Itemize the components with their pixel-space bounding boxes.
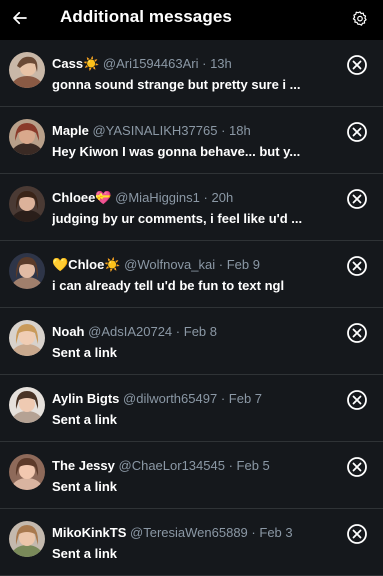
close-icon[interactable] bbox=[346, 389, 368, 411]
message-time: Feb 7 bbox=[228, 391, 263, 406]
page-title: Additional messages bbox=[60, 7, 232, 26]
sender-name: Noah bbox=[52, 324, 85, 339]
sender-handle: @YASINALIKH37765 bbox=[92, 123, 218, 138]
sender-line: Noah @AdsIA20724 · Feb 8 bbox=[52, 324, 217, 339]
avatar bbox=[9, 119, 45, 155]
conversation-item[interactable]: 💛Chloe☀️ @Wolfnova_kai · Feb 9 i can alr… bbox=[0, 241, 383, 308]
sender-handle: @Wolfnova_kai bbox=[124, 257, 216, 272]
close-icon[interactable] bbox=[346, 54, 368, 76]
sender-line: Maple @YASINALIKH37765 · 18h bbox=[52, 123, 251, 138]
sender-name: Chloee💝 bbox=[52, 190, 112, 205]
sender-line: 💛Chloe☀️ @Wolfnova_kai · Feb 9 bbox=[52, 257, 260, 272]
message-preview: i can already tell u'd be fun to text ng… bbox=[52, 278, 285, 293]
avatar bbox=[9, 387, 45, 423]
sender-name: Cass☀️ bbox=[52, 56, 100, 71]
sender-line: MikoKinkTS @TeresiaWen65889 · Feb 3 bbox=[52, 525, 293, 540]
conversation-item[interactable]: Maple @YASINALIKH37765 · 18h Hey Kiwon I… bbox=[0, 107, 383, 174]
sender-handle: @Ari1594463Ari bbox=[102, 56, 199, 71]
conversation-item[interactable]: Cass☀️ @Ari1594463Ari · 13h gonna sound … bbox=[0, 40, 383, 107]
close-icon[interactable] bbox=[346, 456, 368, 478]
close-icon[interactable] bbox=[346, 121, 368, 143]
conversation-item[interactable]: Chloee💝 @MiaHiggins1 · 20h judging by ur… bbox=[0, 174, 383, 241]
message-time: Feb 9 bbox=[226, 257, 260, 272]
sender-handle: @AdsIA20724 bbox=[88, 324, 173, 339]
sender-line: Chloee💝 @MiaHiggins1 · 20h bbox=[52, 190, 234, 205]
sender-name: MikoKinkTS bbox=[52, 525, 127, 540]
message-preview: Sent a link bbox=[52, 345, 118, 360]
sender-name: 💛Chloe☀️ bbox=[52, 257, 121, 272]
gear-icon bbox=[352, 11, 367, 26]
sender-handle: @TeresiaWen65889 bbox=[130, 525, 248, 540]
arrow-left-icon bbox=[13, 11, 27, 25]
message-time: 18h bbox=[229, 123, 251, 138]
sender-name: The Jessy bbox=[52, 458, 115, 473]
sender-line: The Jessy @ChaeLor134545 · Feb 5 bbox=[52, 458, 270, 473]
avatar bbox=[9, 253, 45, 289]
message-preview: Sent a link bbox=[52, 412, 118, 427]
conversation-item[interactable]: Aylin Bigts @dilworth65497 · Feb 7 Sent … bbox=[0, 375, 383, 442]
message-preview: Sent a link bbox=[52, 546, 118, 561]
message-time: Feb 8 bbox=[183, 324, 217, 339]
avatar bbox=[9, 521, 45, 557]
sender-handle: @dilworth65497 bbox=[123, 391, 218, 406]
message-preview: Sent a link bbox=[52, 479, 118, 494]
close-icon[interactable] bbox=[346, 188, 368, 210]
sender-handle: @ChaeLor134545 bbox=[118, 458, 225, 473]
message-request-list: Cass☀️ @Ari1594463Ari · 13h gonna sound … bbox=[0, 40, 383, 576]
sender-handle: @MiaHiggins1 bbox=[115, 190, 200, 205]
message-preview: judging by ur comments, i feel like u'd … bbox=[52, 211, 303, 226]
back-button[interactable] bbox=[8, 6, 32, 30]
message-time: Feb 5 bbox=[236, 458, 270, 473]
close-icon[interactable] bbox=[346, 322, 368, 344]
conversation-item[interactable]: MikoKinkTS @TeresiaWen65889 · Feb 3 Sent… bbox=[0, 509, 383, 576]
sender-line: Aylin Bigts @dilworth65497 · Feb 7 bbox=[52, 391, 263, 406]
settings-button[interactable] bbox=[349, 8, 371, 30]
avatar bbox=[9, 186, 45, 222]
message-preview: gonna sound strange but pretty sure i ..… bbox=[52, 77, 301, 92]
conversation-item[interactable]: Noah @AdsIA20724 · Feb 8 Sent a link bbox=[0, 308, 383, 375]
message-time: 13h bbox=[210, 56, 232, 71]
avatar bbox=[9, 52, 45, 88]
top-bar: Additional messages bbox=[0, 0, 383, 40]
avatar bbox=[9, 454, 45, 490]
avatar bbox=[9, 320, 45, 356]
sender-name: Aylin Bigts bbox=[52, 391, 120, 406]
sender-line: Cass☀️ @Ari1594463Ari · 13h bbox=[52, 56, 232, 71]
message-preview: Hey Kiwon I was gonna behave... but y... bbox=[52, 144, 301, 159]
message-time: Feb 3 bbox=[259, 525, 293, 540]
sender-name: Maple bbox=[52, 123, 89, 138]
close-icon[interactable] bbox=[346, 255, 368, 277]
close-icon[interactable] bbox=[346, 523, 368, 545]
conversation-item[interactable]: The Jessy @ChaeLor134545 · Feb 5 Sent a … bbox=[0, 442, 383, 509]
message-time: 20h bbox=[211, 190, 234, 205]
